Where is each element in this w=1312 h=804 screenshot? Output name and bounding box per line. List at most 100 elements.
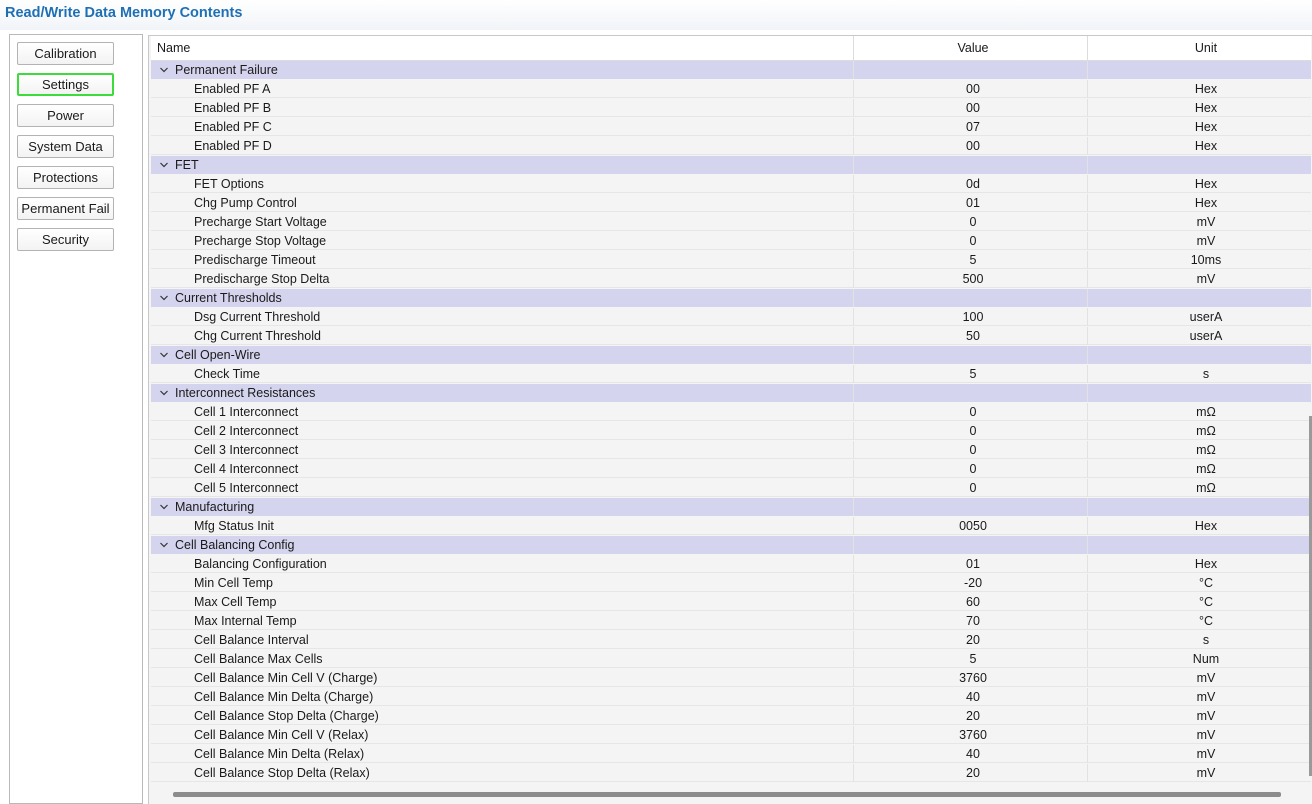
row-value[interactable]: 500	[855, 270, 1091, 288]
row-value[interactable]: 20	[855, 764, 1091, 782]
row-value[interactable]: 70	[855, 612, 1091, 630]
table-row[interactable]: Balancing Configuration 01 Hex	[151, 555, 1311, 573]
column-divider[interactable]	[853, 36, 854, 60]
table-row[interactable]: Enabled PF D 00 Hex	[151, 137, 1311, 155]
table-row[interactable]: Dsg Current Threshold 100 userA	[151, 308, 1311, 326]
row-value[interactable]: 40	[855, 745, 1091, 763]
column-divider	[1087, 232, 1088, 250]
group-row[interactable]: Interconnect Resistances	[151, 384, 1311, 402]
table-row[interactable]: Cell Balance Stop Delta (Charge) 20 mV	[151, 707, 1311, 725]
table-row[interactable]: Enabled PF B 00 Hex	[151, 99, 1311, 117]
table-row[interactable]: Mfg Status Init 0050 Hex	[151, 517, 1311, 535]
row-value[interactable]: 0	[855, 232, 1091, 250]
row-value[interactable]: 0	[855, 479, 1091, 497]
row-name: Mfg Status Init	[194, 519, 274, 533]
table-row[interactable]: Cell 4 Interconnect 0 mΩ	[151, 460, 1311, 478]
group-name: Permanent Failure	[175, 63, 278, 77]
chevron-down-icon[interactable]	[159, 61, 169, 79]
row-value[interactable]: 3760	[855, 726, 1091, 744]
table-row[interactable]: Max Internal Temp 70 °C	[151, 612, 1311, 630]
row-value[interactable]: -20	[855, 574, 1091, 592]
table-row[interactable]: Cell Balance Min Delta (Relax) 40 mV	[151, 745, 1311, 763]
permanent-fail-button[interactable]: Permanent Fail	[17, 197, 114, 220]
chevron-down-icon[interactable]	[159, 498, 169, 516]
row-value[interactable]: 0	[855, 213, 1091, 231]
row-value[interactable]: 0	[855, 422, 1091, 440]
row-value[interactable]: 100	[855, 308, 1091, 326]
table-row[interactable]: Cell Balance Stop Delta (Relax) 20 mV	[151, 764, 1311, 782]
row-value[interactable]: 5	[855, 365, 1091, 383]
chevron-down-icon[interactable]	[159, 384, 169, 402]
column-header-value[interactable]: Value	[855, 36, 1091, 60]
chevron-down-icon[interactable]	[159, 346, 169, 364]
group-row[interactable]: Cell Open-Wire	[151, 346, 1311, 364]
group-row[interactable]: Manufacturing	[151, 498, 1311, 516]
table-row[interactable]: Cell Balance Interval 20 s	[151, 631, 1311, 649]
row-name: Enabled PF C	[194, 120, 272, 134]
row-value[interactable]: 0	[855, 460, 1091, 478]
horizontal-scrollbar[interactable]	[173, 792, 1281, 797]
group-name: Manufacturing	[175, 500, 255, 514]
row-value[interactable]: 0	[855, 441, 1091, 459]
calibration-button[interactable]: Calibration	[17, 42, 114, 65]
chevron-down-icon[interactable]	[159, 536, 169, 554]
table-row[interactable]: Cell 2 Interconnect 0 mΩ	[151, 422, 1311, 440]
row-value[interactable]: 3760	[855, 669, 1091, 687]
table-row[interactable]: Chg Current Threshold 50 userA	[151, 327, 1311, 345]
row-value[interactable]: 40	[855, 688, 1091, 706]
settings-button[interactable]: Settings	[17, 73, 114, 96]
table-row[interactable]: Check Time 5 s	[151, 365, 1311, 383]
group-row[interactable]: Current Thresholds	[151, 289, 1311, 307]
row-value[interactable]: 5	[855, 251, 1091, 269]
row-value[interactable]: 20	[855, 631, 1091, 649]
row-unit: Num	[1192, 652, 1220, 666]
chevron-down-icon[interactable]	[159, 156, 169, 174]
system-data-button[interactable]: System Data	[17, 135, 114, 158]
table-row[interactable]: Cell 5 Interconnect 0 mΩ	[151, 479, 1311, 497]
row-value[interactable]: 00	[855, 80, 1091, 98]
row-value[interactable]: 20	[855, 707, 1091, 725]
table-row[interactable]: Chg Pump Control 01 Hex	[151, 194, 1311, 212]
row-unit: s	[1202, 367, 1210, 381]
chevron-down-icon[interactable]	[159, 289, 169, 307]
column-header-name[interactable]: Name	[157, 36, 190, 60]
table-row[interactable]: Min Cell Temp -20 °C	[151, 574, 1311, 592]
row-value[interactable]: 0d	[855, 175, 1091, 193]
group-row[interactable]: FET	[151, 156, 1311, 174]
protections-button[interactable]: Protections	[17, 166, 114, 189]
row-value[interactable]: 00	[855, 137, 1091, 155]
table-row[interactable]: Precharge Stop Voltage 0 mV	[151, 232, 1311, 250]
table-row[interactable]: Predischarge Timeout 5 10ms	[151, 251, 1311, 269]
column-header-unit[interactable]: Unit	[1089, 36, 1312, 60]
table-row[interactable]: Predischarge Stop Delta 500 mV	[151, 270, 1311, 288]
table-row[interactable]: Cell Balance Min Delta (Charge) 40 mV	[151, 688, 1311, 706]
row-value[interactable]: 50	[855, 327, 1091, 345]
table-row[interactable]: Cell Balance Max Cells 5 Num	[151, 650, 1311, 668]
row-value[interactable]: 0050	[855, 517, 1091, 535]
group-row[interactable]: Cell Balancing Config	[151, 536, 1311, 554]
table-row[interactable]: Precharge Start Voltage 0 mV	[151, 213, 1311, 231]
column-divider[interactable]	[1087, 36, 1088, 60]
power-button[interactable]: Power	[17, 104, 114, 127]
table-row[interactable]: Enabled PF A 00 Hex	[151, 80, 1311, 98]
row-value[interactable]: 00	[855, 99, 1091, 117]
row-value[interactable]: 01	[855, 555, 1091, 573]
group-row[interactable]: Permanent Failure	[151, 61, 1311, 79]
row-value[interactable]: 5	[855, 650, 1091, 668]
row-value[interactable]: 60	[855, 593, 1091, 611]
security-button[interactable]: Security	[17, 228, 114, 251]
table-row[interactable]: Cell Balance Min Cell V (Charge) 3760 mV	[151, 669, 1311, 687]
row-value[interactable]: 07	[855, 118, 1091, 136]
row-unit: Hex	[1194, 557, 1218, 571]
table-row[interactable]: Cell Balance Min Cell V (Relax) 3760 mV	[151, 726, 1311, 744]
row-value[interactable]: 01	[855, 194, 1091, 212]
table-row[interactable]: Cell 3 Interconnect 0 mΩ	[151, 441, 1311, 459]
row-value[interactable]: 0	[855, 403, 1091, 421]
table-row[interactable]: FET Options 0d Hex	[151, 175, 1311, 193]
column-divider	[853, 441, 854, 459]
table-row[interactable]: Enabled PF C 07 Hex	[151, 118, 1311, 136]
table-row[interactable]: Cell 1 Interconnect 0 mΩ	[151, 403, 1311, 421]
table-row[interactable]: Max Cell Temp 60 °C	[151, 593, 1311, 611]
row-name: Cell Balance Min Delta (Charge)	[194, 690, 374, 704]
row-unit: Hex	[1194, 82, 1218, 96]
